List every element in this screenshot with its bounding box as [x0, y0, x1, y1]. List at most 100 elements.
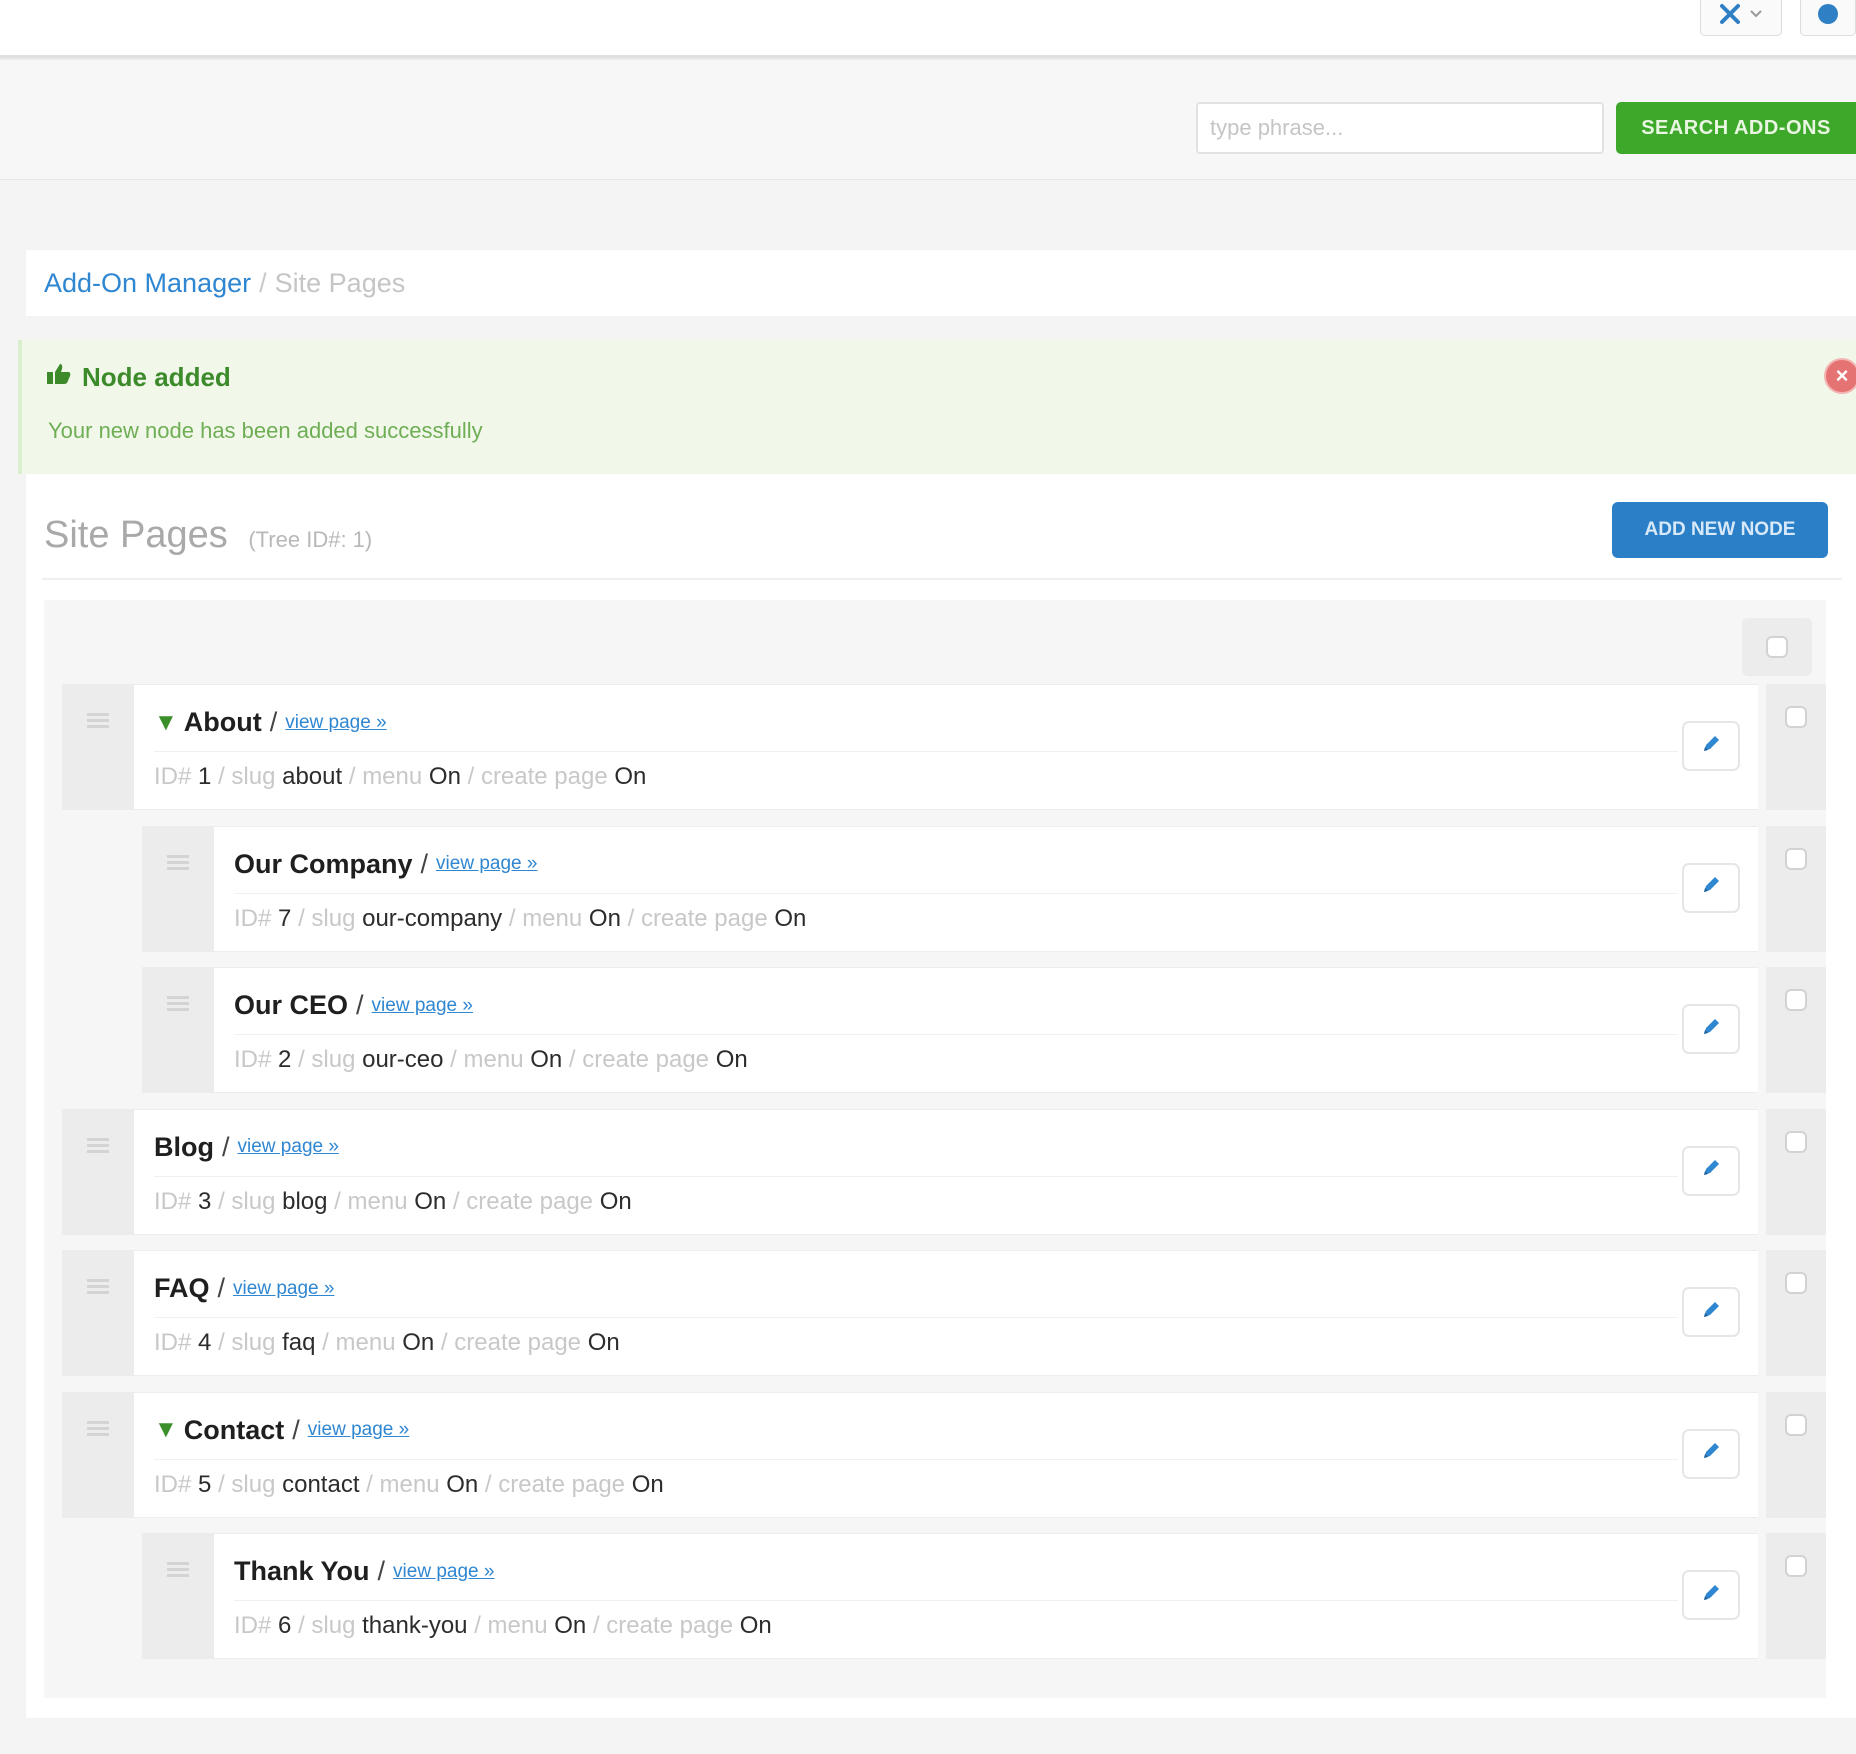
node-checkbox[interactable]	[1785, 1555, 1807, 1577]
title-separator: /	[356, 990, 364, 1020]
node-create-page-status: On	[739, 1612, 772, 1639]
meta-separator: /	[298, 1612, 305, 1639]
expand-toggle-icon[interactable]: ▼	[154, 709, 178, 737]
meta-menu-label: menu	[463, 1046, 524, 1073]
breadcrumb-link-addon-manager[interactable]: Add-On Manager	[44, 268, 251, 299]
select-all-checkbox[interactable]	[1766, 636, 1788, 658]
add-new-node-button[interactable]: ADD NEW NODE	[1612, 502, 1828, 558]
meta-create-page-label: create page	[606, 1612, 734, 1639]
search-input[interactable]	[1196, 102, 1604, 154]
node-checkbox-cell	[1766, 825, 1826, 952]
node-checkbox[interactable]	[1785, 1272, 1807, 1294]
node-menu-status: On	[428, 763, 461, 790]
meta-menu-label: menu	[347, 1187, 408, 1215]
node-menu-status: On	[554, 1612, 587, 1639]
meta-separator: /	[322, 1329, 329, 1356]
node-body: Our CEO / view page » ID# 2 / slug our-ceo …	[214, 967, 1758, 1093]
node-body: Our Company / view page » ID# 7 / slug our-…	[214, 825, 1758, 952]
node-id: 1	[198, 763, 212, 790]
node-menu-status: On	[402, 1329, 435, 1356]
meta-slug-label: slug	[231, 1187, 276, 1215]
meta-id-label: ID#	[234, 1046, 272, 1073]
edit-node-button[interactable]	[1682, 721, 1740, 771]
node-title-line: Our CEO / view page »	[234, 990, 473, 1021]
edit-node-button[interactable]	[1682, 1570, 1740, 1620]
meta-separator: /	[334, 1187, 341, 1215]
view-page-link[interactable]: view page »	[308, 1419, 409, 1441]
node-slug: our-company	[362, 904, 503, 932]
help-circle-icon	[1817, 3, 1839, 25]
node-checkbox-cell	[1766, 1108, 1826, 1235]
node-create-page-status: On	[614, 763, 647, 790]
node-menu-status: On	[414, 1187, 447, 1215]
drag-handle[interactable]	[142, 1533, 214, 1659]
thumbs-up-icon	[46, 362, 72, 393]
help-button[interactable]	[1800, 0, 1856, 36]
close-icon[interactable]: ×	[1824, 358, 1856, 394]
grip-icon	[167, 854, 189, 952]
drag-handle[interactable]	[62, 1250, 134, 1376]
node-checkbox[interactable]	[1785, 706, 1807, 728]
meta-menu-label: menu	[362, 763, 423, 790]
edit-node-button[interactable]	[1682, 1428, 1740, 1479]
drag-handle[interactable]	[62, 684, 134, 810]
meta-create-page-label: create page	[640, 904, 768, 932]
node-slug: faq	[282, 1329, 316, 1356]
node-title-line: ▼ About / view page »	[154, 707, 387, 738]
node-checkbox[interactable]	[1785, 1130, 1807, 1153]
node-title-line: Thank You / view page »	[234, 1556, 494, 1587]
drag-handle[interactable]	[142, 825, 214, 952]
alert-message: Your new node has been added successfull…	[48, 418, 483, 443]
nav-tools-button[interactable]	[1700, 0, 1782, 36]
view-page-link[interactable]: view page »	[393, 1561, 494, 1583]
node-meta: ID# 6 / slug thank-you / menu On / creat…	[234, 1612, 772, 1640]
node-create-page-status: On	[599, 1187, 632, 1215]
meta-separator: /	[440, 1329, 448, 1356]
pencil-icon	[1700, 1157, 1722, 1184]
edit-node-button[interactable]	[1682, 1145, 1740, 1196]
meta-create-page-label: create page	[454, 1329, 582, 1356]
meta-separator: /	[627, 904, 635, 932]
drag-handle[interactable]	[62, 1391, 134, 1518]
node-slug: our-ceo	[362, 1046, 444, 1073]
node-checkbox[interactable]	[1785, 1413, 1807, 1436]
meta-separator: /	[592, 1612, 600, 1639]
pencil-icon	[1700, 1440, 1722, 1467]
meta-separator: /	[218, 1187, 225, 1215]
grip-icon	[87, 1137, 109, 1235]
view-page-link[interactable]: view page »	[285, 712, 386, 734]
tree-node: Blog / view page » ID# 3 / slug blog / menu…	[62, 1108, 1826, 1235]
node-slug: about	[282, 763, 343, 790]
node-meta: ID# 4 / slug faq / menu On / create page…	[154, 1329, 620, 1357]
chevron-down-icon	[1749, 9, 1763, 19]
node-name: About	[183, 707, 262, 737]
node-checkbox[interactable]	[1785, 847, 1807, 870]
view-page-link[interactable]: view page »	[372, 995, 473, 1017]
search-addons-button[interactable]: SEARCH ADD-ONS	[1616, 102, 1856, 154]
node-create-page-status: On	[774, 904, 807, 932]
node-checkbox[interactable]	[1785, 989, 1807, 1011]
edit-node-button[interactable]	[1682, 1287, 1740, 1337]
view-page-link[interactable]: view page »	[233, 1278, 334, 1300]
top-bar	[0, 0, 1856, 58]
meta-id-label: ID#	[154, 1329, 192, 1356]
node-name: Contact	[183, 1414, 285, 1445]
meta-id-label: ID#	[234, 1612, 272, 1639]
drag-handle[interactable]	[142, 967, 214, 1093]
edit-node-button[interactable]	[1682, 862, 1740, 913]
grip-icon	[167, 995, 189, 1093]
node-body: ▼ Contact / view page » ID# 5 / slug contact…	[134, 1391, 1758, 1518]
node-name: Blog	[154, 1131, 214, 1162]
expand-toggle-icon[interactable]: ▼	[154, 1416, 178, 1444]
view-page-link[interactable]: view page »	[436, 853, 537, 875]
node-meta: ID# 3 / slug blog / menu On / create pag…	[154, 1188, 632, 1216]
pencil-icon	[1700, 1016, 1722, 1043]
meta-separator: /	[568, 1046, 576, 1073]
drag-handle[interactable]	[62, 1108, 134, 1235]
edit-node-button[interactable]	[1682, 1004, 1740, 1054]
meta-create-page-label: create page	[582, 1046, 710, 1073]
view-page-link[interactable]: view page »	[238, 1136, 339, 1158]
meta-separator: /	[218, 1329, 225, 1356]
node-slug: thank-you	[362, 1612, 468, 1639]
node-id: 4	[198, 1329, 212, 1356]
